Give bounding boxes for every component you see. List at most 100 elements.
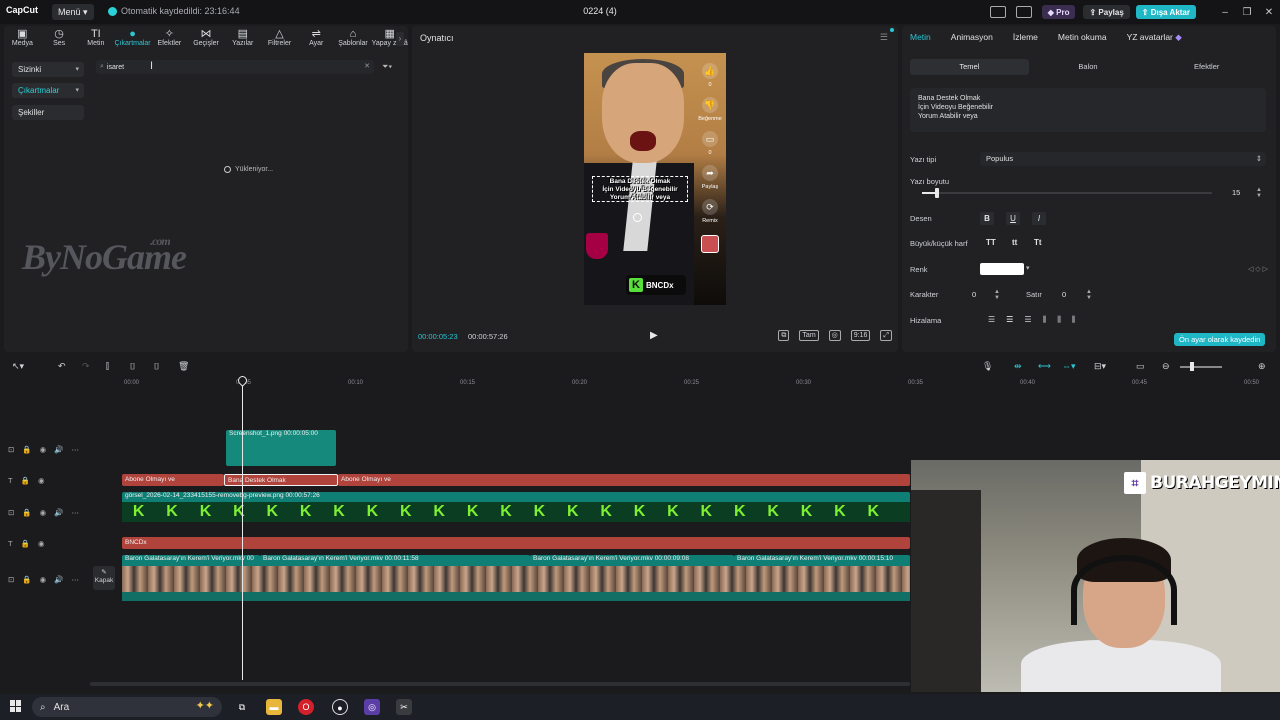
caption-text-box[interactable]: Bana Destek Olmak İçin Videoyu Beğenebil…	[592, 176, 688, 202]
ratio-button[interactable]: 9:16	[850, 330, 871, 341]
trim-right-icon[interactable]: ⌷	[154, 361, 159, 372]
rotate-handle-icon[interactable]	[633, 213, 642, 222]
track-thumbnail-icon[interactable]: ⊡	[8, 575, 14, 584]
menu-button[interactable]: Menü ▾	[52, 4, 94, 20]
undo-icon[interactable]: ↶	[58, 361, 66, 372]
chevron-down-icon[interactable]: ▾	[1026, 264, 1030, 272]
text-clip[interactable]: Abone Olmayı ve	[338, 474, 910, 486]
timeline-ruler[interactable]: 00:00 00:05 00:10 00:15 00:20 00:25 00:3…	[122, 378, 1280, 390]
chevron-right-icon[interactable]: ›	[396, 32, 404, 46]
eye-icon[interactable]: ◉	[38, 539, 45, 548]
eye-icon[interactable]: ◉	[38, 476, 45, 485]
task-view-icon[interactable]: ⧉	[234, 699, 250, 715]
screenshot-icon[interactable]: ◎	[828, 330, 841, 341]
eye-icon[interactable]: ◉	[40, 575, 47, 584]
zoom-in-icon[interactable]: ⊕	[1258, 361, 1266, 372]
crop-icon[interactable]: ⧉	[778, 330, 790, 341]
preview-axis-icon[interactable]: ⇔▾	[1062, 361, 1076, 372]
tab-ai-avatars[interactable]: YZ avatarlar ◆	[1127, 32, 1182, 43]
zoom-out-icon[interactable]: ⊖	[1162, 361, 1170, 372]
stepper-icon[interactable]: ▲ ▼	[1086, 289, 1092, 301]
lowercase-button[interactable]: tt	[1012, 238, 1017, 247]
opera-icon[interactable]: O	[298, 699, 314, 715]
lock-icon[interactable]: 🔒	[22, 508, 31, 517]
character-spacing-input[interactable]: 0	[972, 289, 976, 301]
lock-icon[interactable]: 🔒	[21, 539, 30, 548]
tab-text-to-speech[interactable]: Metin okuma	[1058, 32, 1107, 43]
sticker-search-input[interactable]: ⌕ isaret ✕	[96, 60, 374, 74]
align-top-icon[interactable]: ⫼	[1043, 315, 1047, 325]
category-shapes[interactable]: Şekiller	[12, 105, 84, 120]
align-icon[interactable]: ⊟▾	[1094, 361, 1106, 372]
font-select[interactable]: Populus ⇕	[980, 152, 1266, 166]
track-thumbnail-icon[interactable]: ⊡	[8, 445, 14, 454]
slider-handle[interactable]	[934, 188, 939, 198]
share-button[interactable]: ⇪ Paylaş	[1083, 5, 1130, 19]
text-track-icon[interactable]: T	[8, 539, 13, 548]
text-clip[interactable]: BNCDx	[122, 537, 910, 549]
maximize-icon[interactable]: ❐	[1236, 7, 1258, 18]
play-icon[interactable]: ▶	[650, 330, 658, 341]
tool-adjust[interactable]: ⇌ Ayar	[298, 26, 335, 54]
tool-filters[interactable]: △ Filtreler	[261, 26, 298, 54]
tool-effects[interactable]: ✧ Efektler	[151, 26, 188, 54]
tool-media[interactable]: ▣ Medya	[4, 26, 41, 54]
stepper-icon[interactable]: ▲ ▼	[994, 289, 1000, 301]
microphone-icon[interactable]: 🎙	[982, 361, 993, 372]
subtab-bubble[interactable]: Balon	[1029, 59, 1148, 75]
layout-icon[interactable]	[989, 6, 1006, 18]
save-as-preset-button[interactable]: Ön ayar olarak kaydedin	[1174, 333, 1266, 346]
align-center-icon[interactable]: ☰	[1006, 315, 1013, 325]
align-right-icon[interactable]: ☰	[1024, 315, 1031, 325]
delete-icon[interactable]: 🗑	[178, 361, 189, 372]
zoom-slider[interactable]	[1180, 366, 1222, 368]
volume-icon[interactable]: 🔊	[54, 445, 63, 454]
font-size-slider[interactable]	[922, 192, 1212, 194]
windows-start-icon[interactable]	[10, 700, 22, 712]
eye-icon[interactable]: ◉	[40, 445, 47, 454]
caption-icon[interactable]: ▭	[1136, 361, 1145, 372]
volume-icon[interactable]: 🔊	[54, 575, 63, 584]
track-thumbnail-icon[interactable]: ⊡	[8, 508, 14, 517]
more-icon[interactable]: ⋯	[72, 445, 80, 454]
subtab-effects[interactable]: Efektler	[1147, 59, 1266, 75]
tab-text[interactable]: Metin	[910, 32, 931, 43]
text-track-icon[interactable]: T	[8, 476, 13, 485]
obs-icon[interactable]: ●	[332, 699, 348, 715]
tool-captions[interactable]: ▤ Yazılar	[224, 26, 261, 54]
titlecase-button[interactable]: Tt	[1034, 238, 1042, 247]
color-swatch[interactable]	[980, 263, 1024, 275]
filter-icon[interactable]: ⏷▾	[382, 62, 392, 72]
line-spacing-input[interactable]: 0	[1062, 289, 1066, 301]
font-size-input[interactable]: 15	[1232, 187, 1240, 199]
file-explorer-icon[interactable]: ▬	[266, 699, 282, 715]
shortcuts-icon[interactable]	[1015, 6, 1032, 18]
more-icon[interactable]: ⋯	[72, 575, 80, 584]
trim-left-icon[interactable]: ⌷	[130, 361, 135, 372]
keyframe-icon[interactable]: ◁ ◇ ▷	[1248, 265, 1268, 273]
export-button[interactable]: ⇧ Dışa Aktar	[1135, 5, 1196, 19]
tool-text[interactable]: TI Metin	[77, 26, 114, 54]
timeline-scrollbar[interactable]	[90, 682, 910, 686]
tab-tracking[interactable]: İzleme	[1013, 32, 1038, 43]
bold-button[interactable]: B	[980, 212, 994, 225]
snap-icon[interactable]: ⟷	[1038, 361, 1051, 372]
fullscreen-icon[interactable]: ⤢	[880, 330, 892, 341]
stepper-icon[interactable]: ▲ ▼	[1256, 187, 1262, 199]
tool-stickers[interactable]: ● Çıkartmalar	[114, 26, 151, 54]
capcut-icon[interactable]: ✂	[396, 699, 412, 715]
zoom-handle[interactable]	[1190, 362, 1194, 371]
cover-button[interactable]: ✎ Kapak	[93, 566, 115, 590]
menu-icon[interactable]: ☰	[880, 32, 888, 43]
volume-icon[interactable]: 🔊	[54, 508, 63, 517]
split-icon[interactable]: ⫿	[106, 361, 109, 372]
subtab-basic[interactable]: Temel	[910, 59, 1029, 75]
clear-icon[interactable]: ✕	[364, 62, 370, 70]
pro-button[interactable]: ◆ Pro	[1041, 5, 1076, 19]
text-content-field[interactable]: Bana Destek Olmak İçin Videoyu Beğenebil…	[910, 88, 1266, 132]
playhead[interactable]	[242, 376, 243, 680]
text-clip[interactable]: Abone Olmayı ve	[122, 474, 224, 486]
italic-button[interactable]: I	[1032, 212, 1046, 225]
link-icon[interactable]: ⇹	[1014, 361, 1022, 372]
category-yours[interactable]: Sizinki ▾	[12, 62, 84, 77]
